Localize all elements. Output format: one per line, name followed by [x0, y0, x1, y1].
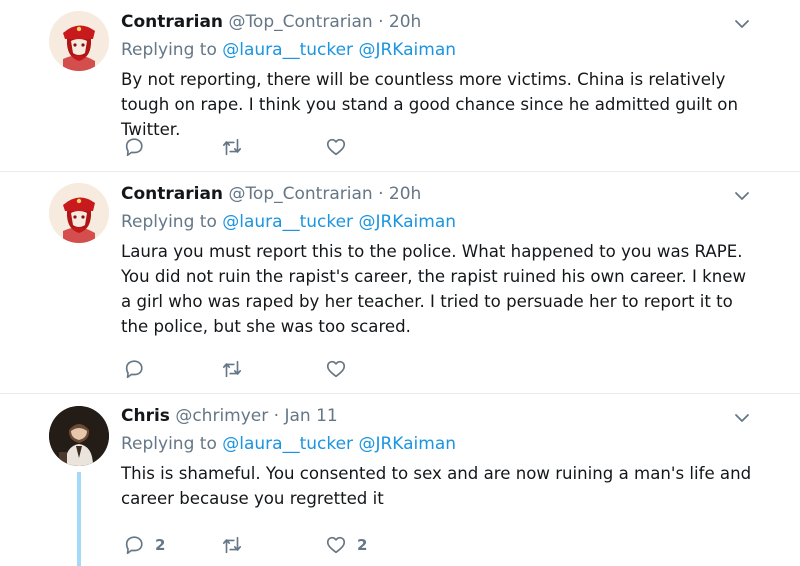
- retweet-button[interactable]: [221, 534, 243, 556]
- like-button[interactable]: [325, 136, 357, 158]
- display-name[interactable]: Contrarian: [121, 184, 223, 204]
- reply-count: 2: [155, 536, 166, 554]
- mention-link[interactable]: @JRKaiman: [358, 212, 456, 232]
- timestamp[interactable]: 20h: [389, 184, 421, 204]
- user-handle[interactable]: @Top_Contrarian: [228, 12, 372, 32]
- display-name[interactable]: Contrarian: [121, 12, 223, 32]
- like-count: 2: [357, 536, 368, 554]
- retweet-icon: [222, 138, 242, 156]
- like-button[interactable]: [325, 358, 357, 380]
- retweet-button[interactable]: [221, 136, 243, 158]
- tweet-text: Laura you must report this to the police…: [121, 242, 747, 336]
- retweet-icon: [222, 536, 242, 554]
- replying-to-label: Replying to: [121, 434, 217, 454]
- reply-button[interactable]: [123, 136, 155, 158]
- replying-to-label: Replying to: [121, 40, 217, 60]
- tweet[interactable]: Contrarian @Top_Contrarian · 20h Replyin…: [0, 172, 800, 394]
- separator: ·: [378, 12, 384, 32]
- like-button[interactable]: 2: [325, 534, 367, 556]
- reply-button[interactable]: 2: [123, 534, 165, 556]
- mention-link[interactable]: @laura__tucker: [222, 434, 353, 454]
- thread-line: [77, 472, 81, 566]
- mention-link[interactable]: @JRKaiman: [358, 40, 456, 60]
- replying-to: Replying to @laura__tucker @JRKaiman: [121, 210, 760, 234]
- display-name[interactable]: Chris: [121, 406, 170, 426]
- reply-icon: [125, 138, 143, 157]
- mention-link[interactable]: @laura__tucker: [222, 40, 353, 60]
- retweet-button[interactable]: [221, 358, 243, 380]
- avatar[interactable]: [49, 11, 109, 71]
- avatar[interactable]: [49, 183, 109, 243]
- user-handle[interactable]: @chrimyer: [175, 406, 268, 426]
- avatar[interactable]: [49, 406, 109, 466]
- timestamp[interactable]: 20h: [389, 12, 421, 32]
- timestamp[interactable]: Jan 11: [284, 406, 337, 426]
- user-handle[interactable]: @Top_Contrarian: [228, 184, 372, 204]
- heart-icon: [326, 138, 346, 156]
- tweet-actions: [121, 358, 421, 380]
- separator: ·: [378, 184, 384, 204]
- reply-button[interactable]: [123, 358, 155, 380]
- replying-to-label: Replying to: [121, 212, 217, 232]
- tweet-actions: 2 2: [121, 534, 421, 556]
- tweet[interactable]: Contrarian @Top_Contrarian · 20h Replyin…: [0, 0, 800, 172]
- reply-icon: [125, 360, 143, 379]
- tweet[interactable]: Chris @chrimyer · Jan 11 Replying to @la…: [0, 394, 800, 566]
- heart-icon: [326, 536, 346, 554]
- tweet-actions: [121, 136, 421, 158]
- replying-to: Replying to @laura__tucker @JRKaiman: [121, 432, 760, 456]
- mention-link[interactable]: @JRKaiman: [358, 434, 456, 454]
- chevron-down-icon[interactable]: [734, 16, 750, 32]
- tweet-text: By not reporting, there will be countles…: [121, 70, 738, 139]
- tweet-text: This is shameful. You consented to sex a…: [121, 464, 752, 508]
- separator: ·: [273, 406, 280, 426]
- retweet-icon: [222, 360, 242, 378]
- replying-to: Replying to @laura__tucker @JRKaiman: [121, 38, 760, 62]
- chevron-down-icon[interactable]: [734, 410, 750, 426]
- chevron-down-icon[interactable]: [734, 188, 750, 204]
- mention-link[interactable]: @laura__tucker: [222, 212, 353, 232]
- reply-icon: [125, 536, 143, 555]
- heart-icon: [326, 360, 346, 378]
